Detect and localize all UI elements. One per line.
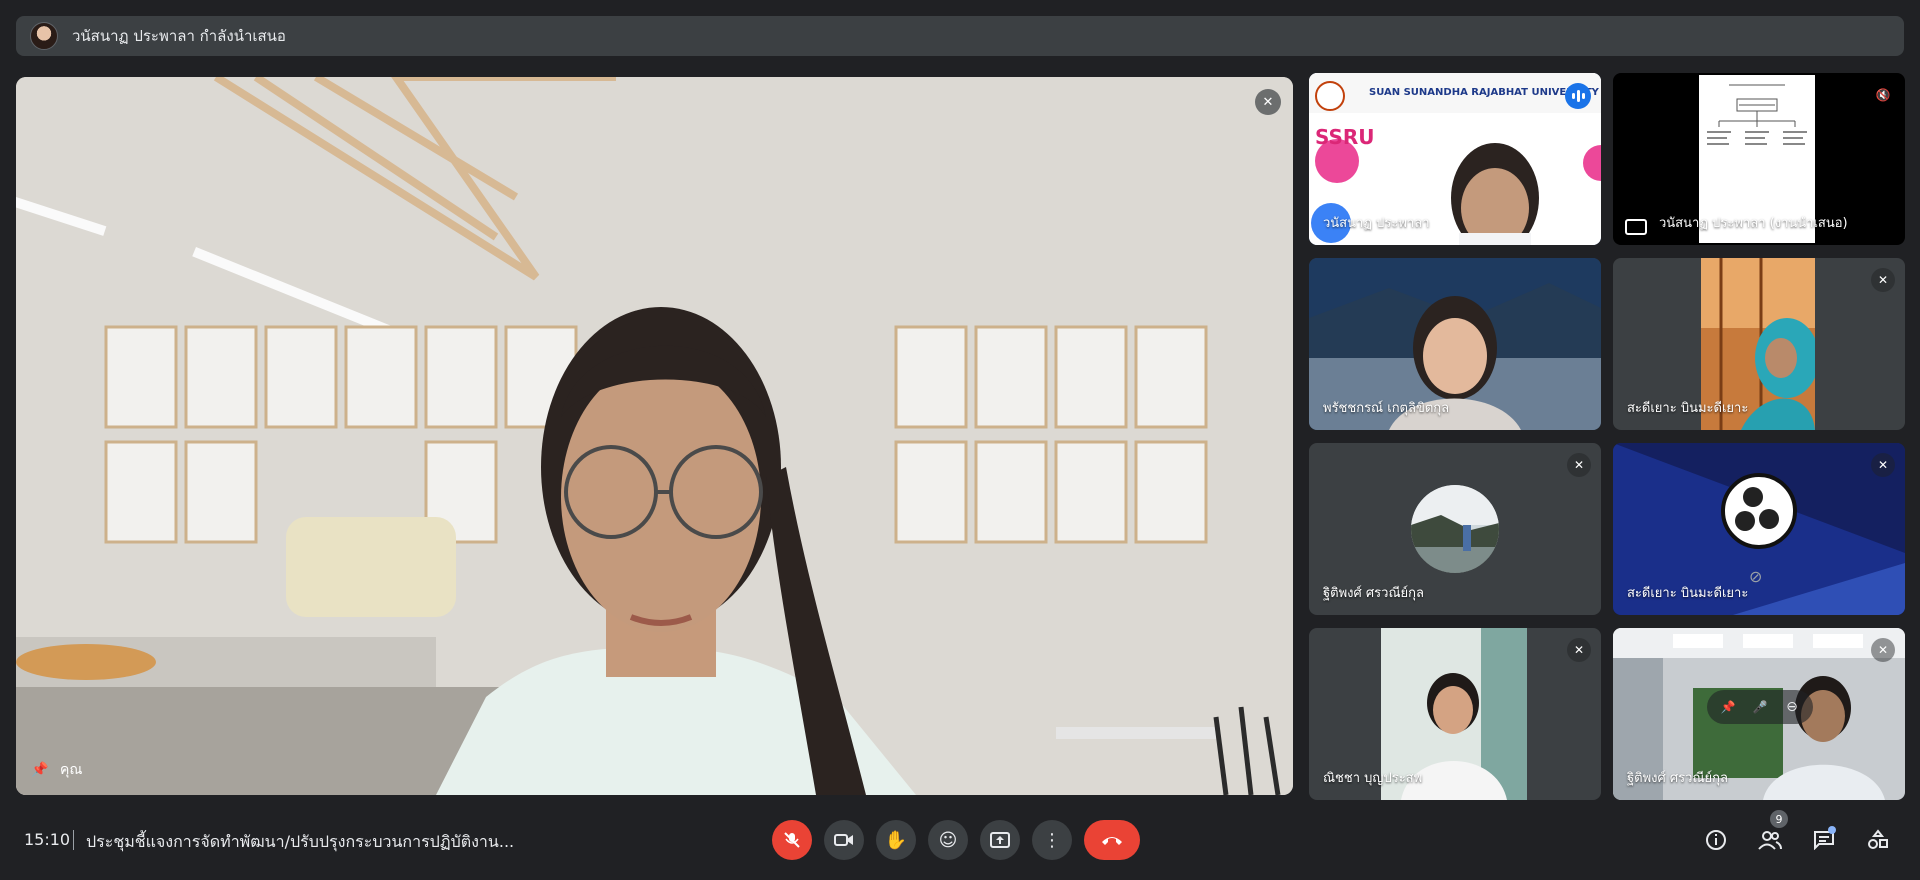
side-panel-controls: 9	[1698, 810, 1896, 858]
mute-participant-icon[interactable]: 🎤	[1749, 696, 1771, 718]
tile-hover-controls: 📌 🎤 ⊖	[1707, 690, 1813, 724]
reactions-button[interactable]: ☺	[928, 820, 968, 860]
leave-call-button[interactable]	[1084, 820, 1140, 860]
participant-name: พรัชชกรณ์ เกตุลิขิตกุล	[1323, 401, 1450, 416]
meeting-details-button[interactable]	[1698, 822, 1734, 858]
participant-avatar	[1411, 485, 1499, 573]
call-controls: ✋ ☺ ⋮	[772, 820, 1140, 860]
chat-button[interactable]	[1806, 822, 1842, 858]
self-name: คุณ	[60, 762, 83, 778]
participant-count-badge: 9	[1770, 810, 1788, 828]
ssru-logo-text: SSRU	[1315, 125, 1375, 149]
hang-up-icon	[1102, 837, 1122, 845]
participant-tile[interactable]: ✕ สะดีเยาะ บินมะดีเยาะ	[1613, 258, 1905, 430]
presenting-text: วนัสนาฏ ประพาลา กำลังนำเสนอ	[72, 27, 286, 45]
participant-name: วนัสนาฏ ประพาลา	[1323, 216, 1430, 231]
emoji-icon: ☺	[938, 829, 958, 851]
hand-icon: ✋	[884, 829, 908, 851]
info-icon	[1706, 830, 1726, 850]
present-screen-icon	[990, 832, 1010, 848]
main-video-stage[interactable]: ✕ 📌 คุณ	[16, 77, 1293, 795]
obs-logo-icon	[1721, 473, 1797, 549]
participant-name: วนัสนาฏ ประพาลา (งานนำเสนอ)	[1659, 216, 1848, 231]
participant-name: สะดีเยาะ บินมะดีเยาะ	[1627, 586, 1749, 601]
presenting-banner: วนัสนาฏ ประพาลา กำลังนำเสนอ	[16, 16, 1904, 56]
participant-name: ณิชชา บุญประสพ	[1323, 771, 1423, 786]
more-options-button[interactable]: ⋮	[1032, 820, 1072, 860]
mic-off-icon	[784, 832, 800, 848]
remove-icon[interactable]: ⊖	[1781, 696, 1803, 718]
presenter-avatar	[30, 22, 58, 50]
camera-toggle-button[interactable]	[824, 820, 864, 860]
main-video-image	[16, 77, 1293, 795]
self-tile-label: 📌 คุณ	[30, 759, 82, 781]
participant-tile[interactable]: ✕ ณิชชา บุญประสพ	[1309, 628, 1601, 800]
mic-off-icon: ✕	[1567, 638, 1591, 662]
pin-icon[interactable]: 📌	[30, 760, 50, 780]
clock: 15:10	[24, 830, 71, 849]
meeting-title: ประชุมชี้แจงการจัดทำพัฒนา/ปรับปรุงกระบวน…	[86, 832, 515, 851]
presentation-tile[interactable]: 🔇 วนัสนาฏ ประพาลา (งานนำเสนอ)	[1613, 73, 1905, 245]
participant-tile[interactable]: ✕ ⊘ สะดีเยาะ บินมะดีเยาะ	[1613, 443, 1905, 615]
present-now-button[interactable]	[980, 820, 1020, 860]
camera-icon	[834, 834, 853, 846]
raise-hand-button[interactable]: ✋	[876, 820, 916, 860]
people-icon	[1758, 831, 1782, 850]
mic-off-icon: ✕	[1871, 453, 1895, 477]
activities-button[interactable]	[1860, 822, 1896, 858]
mute-audio-icon: 🔇	[1875, 88, 1891, 102]
present-screen-icon	[1625, 219, 1647, 235]
new-message-dot	[1828, 826, 1836, 834]
camera-off-icon: ⊘	[1749, 567, 1763, 586]
mic-off-icon: ✕	[1871, 268, 1895, 292]
people-button[interactable]: 9	[1752, 810, 1788, 858]
participant-tile[interactable]: พรัชชกรณ์ เกตุลิขิตกุล	[1309, 258, 1601, 430]
participant-tile[interactable]: ✕ ฐิติพงศ์ ศรวณีย์กุล	[1309, 443, 1601, 615]
participant-name: ฐิติพงศ์ ศรวณีย์กุล	[1627, 771, 1728, 786]
university-logo-icon	[1315, 81, 1345, 111]
participant-name: ฐิติพงศ์ ศรวณีย์กุล	[1323, 586, 1424, 601]
divider	[73, 830, 74, 850]
participant-name: สะดีเยาะ บินมะดีเยาะ	[1627, 401, 1749, 416]
activities-icon	[1868, 829, 1888, 849]
mic-off-icon: ✕	[1871, 638, 1895, 662]
mic-off-icon: ✕	[1567, 453, 1591, 477]
participant-tile[interactable]: SUAN SUNANDHA RAJABHAT UNIVERSITY SSRU ว…	[1309, 73, 1601, 245]
participant-tile[interactable]: 📌 🎤 ⊖ ✕ ฐิติพงศ์ ศรวณีย์กุล	[1613, 628, 1905, 800]
mic-off-icon: ✕	[1255, 89, 1281, 115]
more-vert-icon: ⋮	[1043, 829, 1061, 851]
speaking-indicator-icon	[1565, 83, 1591, 109]
microphone-toggle-button[interactable]	[772, 820, 812, 860]
pin-icon[interactable]: 📌	[1717, 696, 1739, 718]
